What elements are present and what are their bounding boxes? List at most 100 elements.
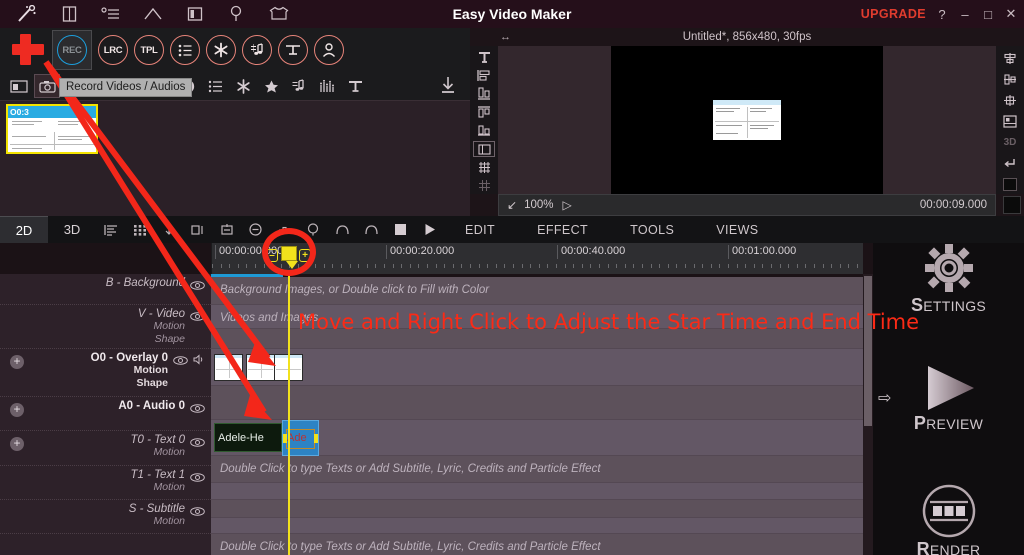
track-sub-shape[interactable]: Shape: [91, 377, 168, 390]
lyrics-button[interactable]: LRC: [98, 35, 128, 65]
track-sub-motion[interactable]: Motion: [138, 320, 185, 333]
record-button[interactable]: REC: [52, 30, 92, 70]
merge-icon[interactable]: [212, 216, 241, 243]
align-center-h-icon[interactable]: [999, 49, 1021, 68]
background-color-swatch[interactable]: [1003, 196, 1021, 214]
template-button[interactable]: TPL: [134, 35, 164, 65]
menu-tools[interactable]: TOOLS: [609, 216, 695, 243]
text-icon[interactable]: [342, 74, 368, 98]
zoom-level-label[interactable]: 100%: [524, 199, 553, 211]
render-button[interactable]: RENDER: [873, 483, 1024, 555]
track-sub-motion[interactable]: Motion: [130, 481, 185, 494]
zoom-fit-icon[interactable]: ↙: [507, 198, 517, 212]
camera-icon[interactable]: [34, 74, 60, 98]
tab-3d[interactable]: 3D: [48, 216, 96, 243]
minimize-button[interactable]: –: [958, 7, 972, 22]
search-icon[interactable]: [216, 0, 258, 28]
add-track-button[interactable]: +: [10, 437, 24, 451]
track-header-overlay0[interactable]: + O0 - Overlay 0 Motion Shape: [0, 349, 211, 397]
trim-handle-right[interactable]: [314, 434, 318, 443]
align-top-icon[interactable]: [473, 104, 495, 120]
magic-wand-icon[interactable]: [6, 0, 48, 28]
track-lane-audio0[interactable]: Adele-He Ade: [211, 420, 863, 456]
grid-dense-icon[interactable]: [473, 159, 495, 175]
align-center-both-icon[interactable]: [999, 91, 1021, 110]
media-thumbnail[interactable]: O0:3: [6, 104, 98, 154]
effects-button[interactable]: [206, 35, 236, 65]
download-icon[interactable]: [440, 76, 456, 99]
equalizer-icon[interactable]: [314, 74, 340, 98]
menu-edit[interactable]: EDIT: [444, 216, 516, 243]
media-panel-icon[interactable]: [6, 74, 32, 98]
play-icon[interactable]: ▷: [562, 198, 571, 212]
distribute-icon[interactable]: [999, 70, 1021, 89]
stop-icon[interactable]: [386, 216, 415, 243]
track-header-text1[interactable]: T1 - Text 1 Motion: [0, 466, 211, 500]
preview-button[interactable]: PREVIEW: [873, 363, 1024, 434]
track-sub-shape[interactable]: Shape: [138, 333, 185, 346]
tab-2d[interactable]: 2D: [0, 216, 48, 243]
list-button[interactable]: [170, 35, 200, 65]
track-sub-motion[interactable]: Motion: [91, 364, 168, 377]
avatar-button[interactable]: [314, 35, 344, 65]
settings-button[interactable]: SETTINGS: [873, 243, 1024, 316]
track-lane-text1[interactable]: [211, 500, 863, 518]
split-view-icon[interactable]: [174, 0, 216, 28]
music-button[interactable]: [242, 35, 272, 65]
track-lane-text0[interactable]: Double Click to type Texts or Add Subtit…: [211, 456, 863, 483]
overlay-clip[interactable]: [246, 354, 275, 381]
preview-canvas[interactable]: [498, 46, 996, 194]
track-header-audio0[interactable]: + A0 - Audio 0: [0, 397, 211, 431]
audio-clip[interactable]: Adele-He: [214, 423, 282, 452]
close-button[interactable]: ✕: [1004, 6, 1018, 22]
track-lane-text0-motion[interactable]: [211, 483, 863, 500]
track-header-background[interactable]: B - Background: [0, 274, 211, 305]
track-header-video[interactable]: V - Video Motion Shape: [0, 305, 211, 349]
align-left-icon[interactable]: [473, 67, 495, 83]
menu-effect[interactable]: EFFECT: [516, 216, 609, 243]
text-effect-button[interactable]: [278, 35, 308, 65]
play-icon[interactable]: [415, 216, 444, 243]
list-icon[interactable]: [202, 74, 228, 98]
list-settings-icon[interactable]: [90, 0, 132, 28]
split-icon[interactable]: [183, 216, 212, 243]
maximize-button[interactable]: □: [981, 7, 995, 22]
trim-handle-left[interactable]: [283, 434, 287, 443]
track-sub-motion[interactable]: Motion: [129, 515, 185, 528]
star-effect-icon[interactable]: [230, 74, 256, 98]
eye-icon[interactable]: [190, 434, 205, 452]
scrollbar-thumb[interactable]: [864, 276, 872, 426]
eye-icon[interactable]: [173, 352, 188, 370]
resize-handle-icon[interactable]: ↔: [500, 31, 511, 43]
align-baseline-icon[interactable]: [473, 122, 495, 138]
color-swatch-icon[interactable]: [999, 175, 1021, 194]
particle-icon[interactable]: [258, 74, 284, 98]
overlay-clip[interactable]: [214, 354, 243, 381]
crop-tool-icon[interactable]: [473, 140, 495, 158]
flip-icon[interactable]: [999, 154, 1021, 173]
undo-icon[interactable]: [328, 216, 357, 243]
add-track-button[interactable]: +: [10, 403, 24, 417]
3d-icon[interactable]: 3D: [999, 133, 1021, 152]
eye-icon[interactable]: [190, 503, 205, 521]
grid-sparse-icon[interactable]: [473, 178, 495, 194]
eye-icon[interactable]: [190, 308, 205, 326]
track-sub-motion[interactable]: Motion: [130, 446, 185, 459]
add-track-button[interactable]: +: [10, 355, 24, 369]
track-header-text0[interactable]: + T0 - Text 0 Motion: [0, 431, 211, 466]
track-lane-subtitle[interactable]: Double Click to type Texts or Add Subtit…: [211, 534, 863, 555]
layout-icon[interactable]: [999, 112, 1021, 131]
eye-icon[interactable]: [190, 469, 205, 487]
help-button[interactable]: ?: [935, 7, 949, 22]
redo-icon[interactable]: [357, 216, 386, 243]
speaker-icon[interactable]: [193, 352, 205, 370]
eye-icon[interactable]: [190, 277, 205, 295]
book-icon[interactable]: [48, 0, 90, 28]
align-bottom-icon[interactable]: [473, 86, 495, 102]
track-lane-background[interactable]: Background Images, or Double click to Fi…: [211, 277, 863, 305]
music-note-icon[interactable]: [286, 74, 312, 98]
menu-views[interactable]: VIEWS: [695, 216, 779, 243]
down-arrow-icon[interactable]: [154, 216, 183, 243]
upgrade-button[interactable]: UPGRADE: [861, 7, 926, 21]
align-text-icon[interactable]: [96, 216, 125, 243]
